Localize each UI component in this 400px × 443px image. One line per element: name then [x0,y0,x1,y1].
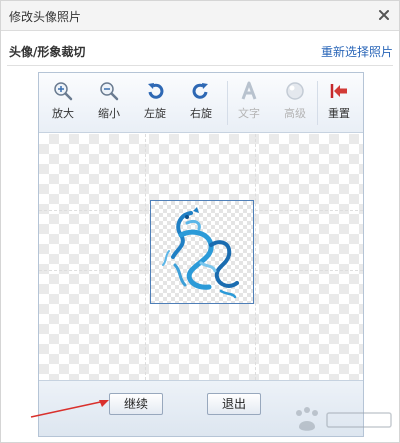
zoom-out-button[interactable]: 缩小 [91,79,127,127]
tool-label-rotate-right: 右旋 [190,107,212,120]
tool-label-zoom-in: 放大 [52,107,74,120]
reselect-photo-link[interactable]: 重新选择照片 [321,43,393,60]
tool-label-text: 文字 [238,107,260,120]
dialog-title: 修改头像照片 [9,10,82,24]
crop-avatar-dialog: 修改头像照片 头像/形象裁切 重新选择照片 放大 缩小 左旋 右旋 文字 高级 … [0,0,400,443]
watermark-logo [287,405,397,435]
advanced-icon [285,81,305,101]
crop-selection[interactable] [150,200,254,304]
image-editor: 放大 缩小 左旋 右旋 文字 高级 重置 继续 退出 [38,72,364,437]
rotate-right-button[interactable]: 右旋 [183,79,219,127]
tool-label-zoom-out: 缩小 [98,107,120,120]
close-icon[interactable] [375,6,393,24]
toolbar-separator [317,81,318,125]
crop-canvas[interactable] [39,134,363,380]
reset-button[interactable]: 重置 [321,79,357,127]
grid-guide [255,134,256,380]
zoom-out-icon [99,81,119,101]
annotation-arrow [29,397,113,419]
tool-label-rotate-left: 左旋 [144,107,166,120]
rotate-left-icon [145,81,165,101]
zoom-in-button[interactable]: 放大 [45,79,81,127]
crop-subheader: 头像/形象裁切 重新选择照片 [1,37,399,63]
grid-guide [145,134,146,380]
tool-label-reset: 重置 [328,107,350,120]
editor-toolbar: 放大 缩小 左旋 右旋 文字 高级 重置 [39,73,363,133]
toolbar-separator [227,81,228,125]
section-title: 头像/形象裁切 [9,45,86,59]
advanced-tool-button[interactable]: 高级 [277,79,313,127]
exit-button[interactable]: 退出 [207,393,261,415]
continue-button[interactable]: 继续 [109,393,163,415]
text-icon [239,81,259,101]
avatar-image [157,205,249,301]
zoom-in-icon [53,81,73,101]
dialog-titlebar: 修改头像照片 [1,1,399,31]
rotate-left-button[interactable]: 左旋 [137,79,173,127]
divider [7,65,393,66]
reset-icon [329,81,349,101]
text-tool-button[interactable]: 文字 [231,79,267,127]
tool-label-advanced: 高级 [284,107,306,120]
rotate-right-icon [191,81,211,101]
